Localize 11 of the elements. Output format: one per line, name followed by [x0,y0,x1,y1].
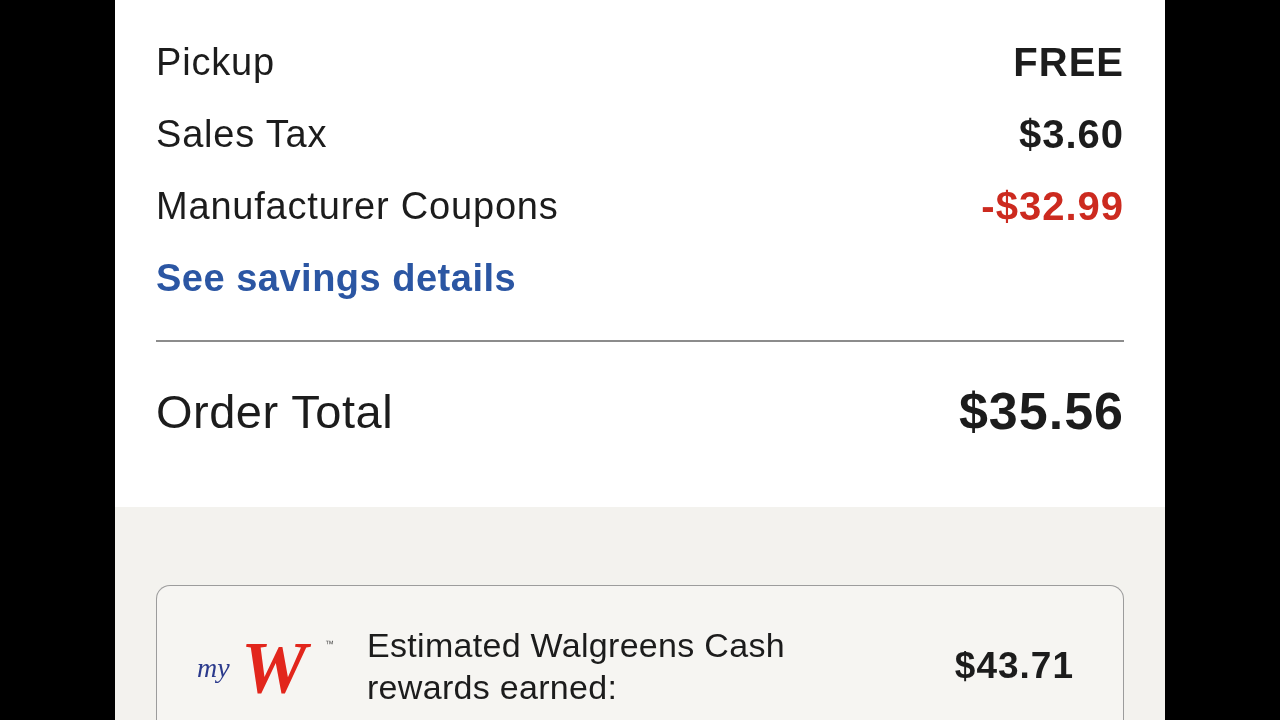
savings-details-link[interactable]: See savings details [156,256,517,300]
rewards-label: Estimated Walgreens Cash rewards earned: [367,625,786,708]
summary-amount: $3.60 [1018,111,1124,157]
summary-amount: FREE [1013,39,1124,85]
order-total-amount: $35.56 [958,381,1124,441]
rewards-amount: $43.71 [954,645,1074,687]
summary-amount: -$32.99 [981,183,1124,229]
summary-label: Manufacturer Coupons [156,184,559,228]
summary-label: Sales Tax [156,112,328,156]
order-total-label: Order Total [156,383,394,439]
summary-label: Pickup [156,40,275,84]
